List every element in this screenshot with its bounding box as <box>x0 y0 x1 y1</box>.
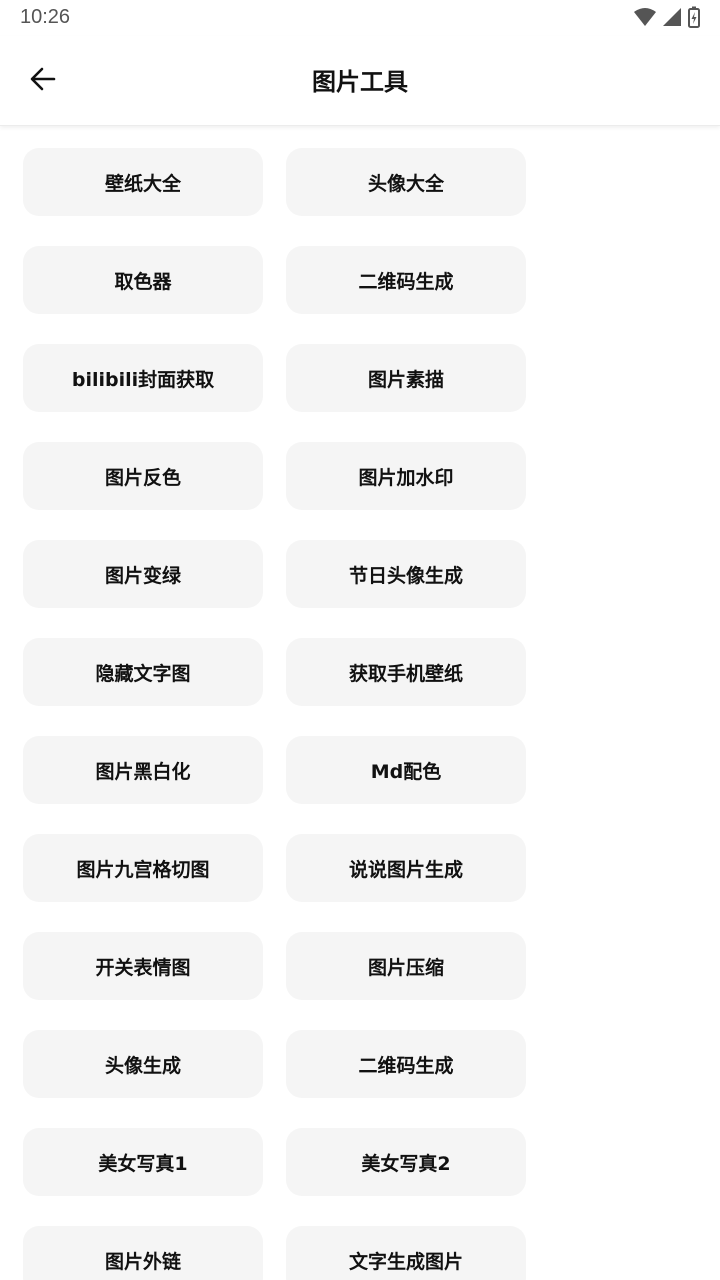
status-time: 10:26 <box>20 6 71 28</box>
wifi-icon <box>634 7 656 27</box>
tool-button-image-link[interactable]: 图片外链 <box>23 1226 263 1280</box>
tool-button-nine-grid[interactable]: 图片九宫格切图 <box>23 834 263 902</box>
tool-button-image-invert[interactable]: 图片反色 <box>23 442 263 510</box>
tool-button-bilibili-cover[interactable]: bilibili封面获取 <box>23 344 263 412</box>
tool-button-image-sketch[interactable]: 图片素描 <box>286 344 526 412</box>
status-icons <box>634 6 700 28</box>
cell-signal-icon <box>662 7 682 27</box>
tool-button-wallpapers[interactable]: 壁纸大全 <box>23 148 263 216</box>
battery-icon <box>688 6 700 28</box>
tool-button-photo-2[interactable]: 美女写真2 <box>286 1128 526 1196</box>
tool-button-post-image[interactable]: 说说图片生成 <box>286 834 526 902</box>
tool-button-black-white[interactable]: 图片黑白化 <box>23 736 263 804</box>
app-bar: 图片工具 <box>0 36 720 126</box>
tool-button-qr-generator-2[interactable]: 二维码生成 <box>286 1030 526 1098</box>
tool-button-text-to-image[interactable]: 文字生成图片 <box>286 1226 526 1280</box>
tool-button-md-colors[interactable]: Md配色 <box>286 736 526 804</box>
page-title: 图片工具 <box>312 68 408 96</box>
tool-button-phone-wallpaper[interactable]: 获取手机壁纸 <box>286 638 526 706</box>
tool-button-hidden-text[interactable]: 隐藏文字图 <box>23 638 263 706</box>
tool-button-holiday-avatar[interactable]: 节日头像生成 <box>286 540 526 608</box>
tool-button-color-picker[interactable]: 取色器 <box>23 246 263 314</box>
tool-button-qr-generator[interactable]: 二维码生成 <box>286 246 526 314</box>
tool-button-watermark[interactable]: 图片加水印 <box>286 442 526 510</box>
tool-button-image-compress[interactable]: 图片压缩 <box>286 932 526 1000</box>
tool-button-photo-1[interactable]: 美女写真1 <box>23 1128 263 1196</box>
tool-button-avatars[interactable]: 头像大全 <box>286 148 526 216</box>
status-bar: 10:26 <box>0 0 720 36</box>
tool-button-avatar-generate[interactable]: 头像生成 <box>23 1030 263 1098</box>
tool-button-switch-emoji[interactable]: 开关表情图 <box>23 932 263 1000</box>
tool-button-image-green[interactable]: 图片变绿 <box>23 540 263 608</box>
